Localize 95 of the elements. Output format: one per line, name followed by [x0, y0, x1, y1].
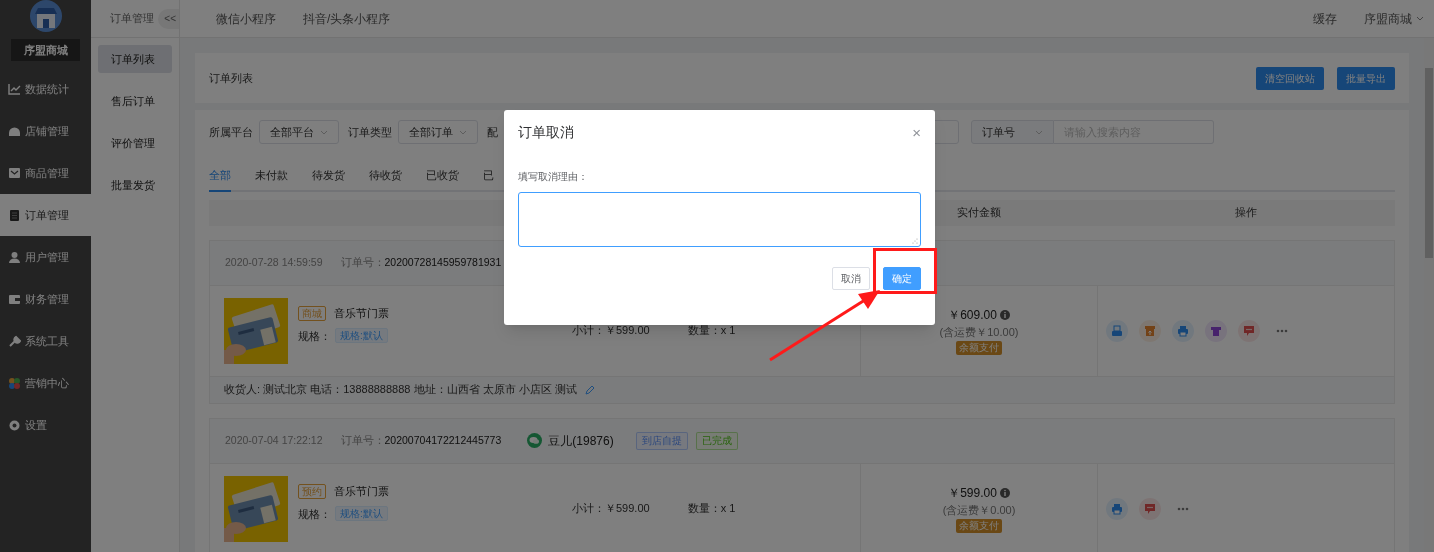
quantity-label: 数量： — [687, 323, 721, 339]
channel-tag: 预约 — [298, 483, 326, 499]
chevron-down-icon — [320, 129, 328, 135]
submenu-item[interactable]: 订单列表 — [98, 45, 172, 73]
sidebar-item[interactable]: 用户管理 — [0, 236, 91, 278]
subtotal-value: ￥599.00 — [605, 323, 650, 339]
reason-label: 填写取消理由： — [518, 170, 589, 184]
filter-label: 订单类型 — [348, 124, 392, 140]
quantity-value: x 1 — [720, 323, 736, 339]
order-time: 2020-07-28 14:59:59 — [225, 254, 323, 270]
select-field[interactable]: 全部订单 — [398, 120, 478, 144]
reason-field[interactable] — [518, 192, 921, 247]
status-tab[interactable]: 未付款 — [255, 167, 288, 192]
clipboard-icon — [8, 208, 21, 222]
order-number: 20200704172212445773 — [384, 432, 502, 448]
spec-tag: 规格:默认 — [335, 506, 388, 522]
toolbar-button[interactable]: 清空回收站 — [1256, 66, 1324, 90]
close-button[interactable]: × — [912, 125, 921, 140]
wechat-icon — [527, 433, 543, 448]
payment-badge: 余额支付 — [956, 519, 1002, 534]
quantity-value: x 1 — [720, 501, 736, 517]
shirt-icon — [1210, 324, 1222, 337]
sidebar-item[interactable]: 设置 — [0, 404, 91, 446]
wallet-icon — [8, 292, 21, 306]
shipping-address: 收货人: 测试北京 电话：13888888888 地址：山西省 太原市 小店区 测试 — [224, 382, 577, 398]
filter-label: 配 — [487, 124, 498, 140]
confirm-button[interactable]: 确定 — [883, 267, 921, 290]
status-tab[interactable]: 全部 — [209, 167, 231, 192]
buyer-name: 豆儿(19876) — [548, 432, 614, 450]
status-tab[interactable]: 已收货 — [426, 167, 459, 192]
status-tag: 到店自提 — [635, 431, 688, 450]
select-field[interactable]: 全部平台 — [259, 120, 339, 144]
toolbar-button[interactable]: 批量导出 — [1337, 66, 1395, 90]
product-name: 音乐节门票 — [334, 306, 389, 321]
gear-icon — [8, 418, 21, 432]
dialog-title: 订单取消 — [518, 123, 574, 142]
info-icon[interactable] — [999, 309, 1010, 320]
column-header: 操作 — [1235, 205, 1257, 221]
sidebar-item[interactable]: 系统工具 — [0, 320, 91, 362]
order-time: 2020-07-04 17:22:12 — [225, 432, 323, 448]
spec-label: 规格： — [298, 506, 331, 522]
channel-tag: 商城 — [298, 305, 326, 321]
order-number: 20200728145959781931 — [384, 254, 502, 270]
collapse-button[interactable]: << — [158, 8, 179, 29]
shipping-fee: (含运费￥0.00) — [942, 502, 1016, 518]
status-tag: 已完成 — [695, 431, 738, 450]
chevron-down-icon — [459, 129, 467, 135]
sidebar-item[interactable]: 数据统计 — [0, 68, 91, 110]
store-logo-icon — [29, 0, 62, 33]
search-type-select[interactable]: 订单号 — [971, 120, 1054, 144]
spec-tag: 规格:默认 — [335, 328, 388, 344]
sidebar-item[interactable]: 商品管理 — [0, 152, 91, 194]
paid-amount: ￥609.00 — [948, 306, 997, 324]
envelope-icon — [8, 166, 21, 180]
info-icon[interactable] — [999, 487, 1010, 498]
submenu-title: 订单管理 — [110, 11, 154, 27]
paid-amount: ￥599.00 — [948, 484, 997, 502]
subtotal-label: 小计： — [572, 501, 605, 517]
shipping-fee: (含运费￥10.00) — [939, 324, 1019, 340]
platform-tab[interactable]: 微信小程序 — [216, 9, 276, 28]
sidebar-item[interactable]: 店铺管理 — [0, 110, 91, 152]
chart-icon — [8, 82, 21, 96]
chevron-down-icon — [1416, 16, 1424, 21]
edit-icon[interactable] — [584, 384, 595, 395]
subtotal-label: 小计： — [572, 323, 605, 339]
store-name: 序盟商城 — [11, 39, 80, 61]
status-tab[interactable]: 待收货 — [369, 167, 402, 192]
box-icon — [1144, 324, 1156, 337]
printer-icon — [1111, 502, 1123, 515]
printer-icon — [1177, 324, 1189, 337]
sidebar-item[interactable]: 订单管理 — [0, 194, 91, 236]
column-header: 实付金额 — [956, 205, 1001, 221]
status-tab[interactable]: 已 — [483, 167, 494, 192]
panel-title: 订单列表 — [209, 70, 253, 86]
chevron-down-icon — [1035, 129, 1043, 135]
account-menu[interactable]: 序盟商城 — [1364, 9, 1424, 28]
chat-icon — [1243, 324, 1255, 337]
quantity-label: 数量： — [687, 501, 721, 517]
sidebar-item[interactable]: 营销中心 — [0, 362, 91, 404]
dots-icon — [8, 376, 21, 390]
highlight-frame — [873, 248, 937, 294]
payment-badge: 余额支付 — [956, 341, 1002, 356]
spec-label: 规格： — [298, 328, 331, 344]
user-icon — [8, 250, 21, 264]
status-tab[interactable]: 待发货 — [312, 167, 345, 192]
receipt-printer-icon — [1111, 324, 1123, 337]
filter-label: 所属平台 — [209, 124, 253, 140]
product-name: 音乐节门票 — [334, 484, 389, 499]
subtotal-value: ￥599.00 — [605, 501, 650, 517]
chat-icon — [1144, 502, 1156, 515]
cache-button[interactable]: 缓存 — [1313, 9, 1337, 28]
cancel-button[interactable]: 取消 — [832, 267, 870, 290]
wrench-icon — [8, 334, 21, 348]
platform-tab[interactable]: 抖音/头条小程序 — [303, 9, 391, 28]
sidebar-item[interactable]: 财务管理 — [0, 278, 91, 320]
